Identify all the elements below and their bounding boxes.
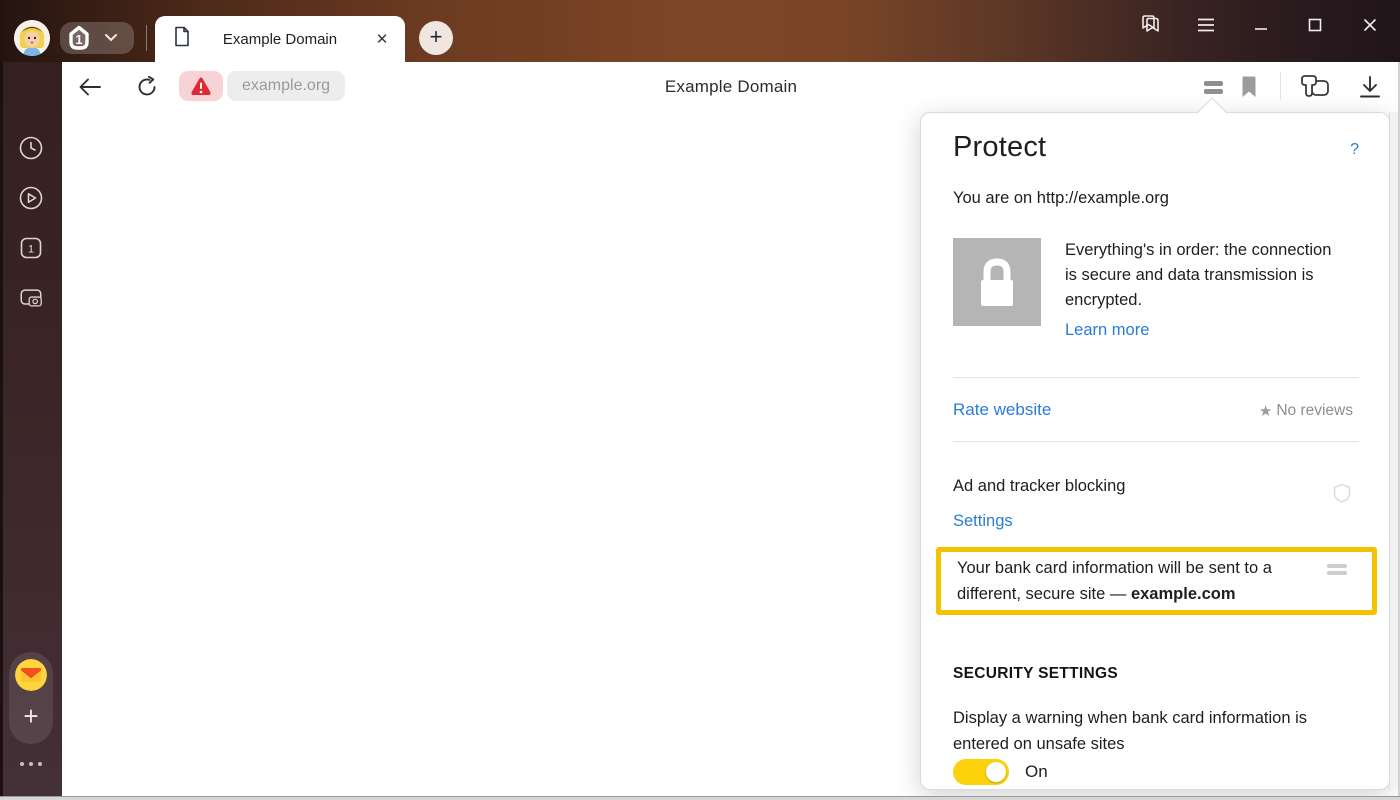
collections-icon[interactable] [1138,12,1164,38]
titlebar-separator [146,25,147,51]
history-icon[interactable] [18,135,44,161]
panel-title: Protect [953,131,1046,164]
services-dock: + [9,652,53,744]
sidebar: 1 + [0,62,62,796]
menu-icon[interactable] [1193,12,1219,38]
card-warning-setting-label: Display a warning when bank card informa… [953,705,1363,757]
minimize-button[interactable] [1248,12,1274,38]
tab-counter-shape: 1 [64,23,94,53]
toolbar-page-title: Example Domain [62,77,1400,97]
lock-tile [953,238,1041,326]
window-bottom-border [0,796,1400,800]
window-edge [0,62,3,796]
toggle-state-label: On [1025,762,1048,782]
star-icon: ★ [1259,402,1272,420]
titlebar: 1 Example Domain ✕ + [0,0,1400,62]
tab-counter-value: 1 [64,23,94,53]
downloads-icon[interactable] [1357,74,1383,100]
video-player-icon[interactable] [18,185,44,211]
add-service-button[interactable]: + [9,696,53,736]
bank-card-notice-highlight[interactable]: Your bank card information will be sent … [936,547,1377,615]
bank-card-notice-text: Your bank card information will be sent … [957,555,1325,607]
page-document-icon [173,26,191,52]
reviews-status: ★ No reviews [1259,402,1353,420]
notice-dash: — [1110,585,1131,603]
profile-avatar[interactable] [14,20,50,56]
security-settings-heading: SECURITY SETTINGS [953,665,1118,683]
card-warning-toggle[interactable] [953,759,1009,785]
toolbar-separator [1280,72,1281,100]
status-message: Everything's in order: the connection is… [1065,241,1331,309]
protect-panel: Protect ? You are on http://example.org … [920,112,1390,790]
extensions-icon[interactable] [1297,74,1335,100]
close-button[interactable] [1357,12,1383,38]
sidebar-more-icon[interactable] [0,762,62,766]
learn-more-link[interactable]: Learn more [1065,318,1149,343]
avatar-illustration [14,20,50,56]
notice-domain: example.com [1131,585,1236,603]
reviews-text: No reviews [1276,402,1353,420]
chevron-down-icon[interactable] [104,29,118,47]
protect-panel-icon[interactable] [1204,74,1223,100]
bank-card-icon [1327,564,1347,575]
new-tab-button[interactable]: + [419,21,453,55]
help-icon[interactable]: ? [1350,141,1359,159]
active-tab[interactable]: Example Domain ✕ [155,16,405,62]
ad-blocking-label: Ad and tracker blocking [953,477,1125,496]
tab-close-icon[interactable]: ✕ [373,30,391,48]
rate-website-link[interactable]: Rate website [953,400,1051,420]
lock-icon [975,256,1019,308]
mail-app-icon[interactable] [15,659,47,691]
current-site-text: You are on http://example.org [953,189,1169,208]
card-warning-toggle-row: On [953,759,1048,785]
divider [953,441,1359,442]
screenshot-icon[interactable] [18,285,44,311]
tabs-panel-icon[interactable]: 1 [18,235,44,261]
connection-status-row: Everything's in order: the connection is… [953,238,1333,343]
divider [953,377,1359,378]
shield-icon [1333,483,1351,508]
tab-title: Example Domain [191,31,373,48]
tab-counter-pill[interactable]: 1 [60,22,134,54]
browser-window: 1 Example Domain ✕ + [0,0,1400,800]
toggle-knob [986,762,1006,782]
sidebar-tab-count: 1 [28,244,34,256]
maximize-button[interactable] [1302,12,1328,38]
settings-link[interactable]: Settings [953,512,1013,531]
bookmark-icon[interactable] [1241,74,1257,100]
